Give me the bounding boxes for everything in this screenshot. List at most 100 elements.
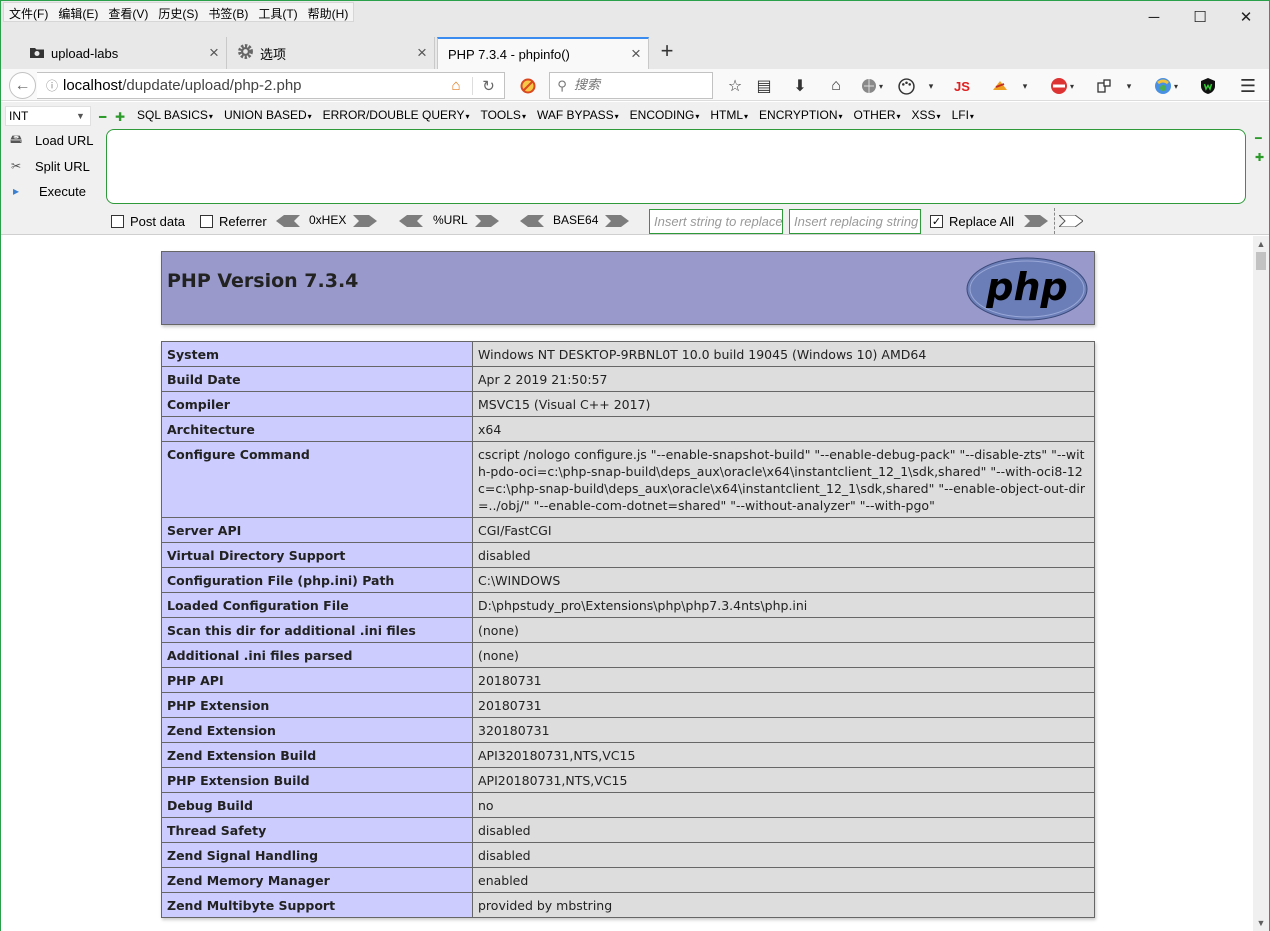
setting-value: cscript /nologo configure.js "--enable-s… <box>472 441 1095 518</box>
replacing-string-input[interactable]: Insert replacing string <box>789 209 921 234</box>
palette-icon[interactable] <box>895 75 917 97</box>
hackbar-url-textarea[interactable] <box>106 129 1246 204</box>
plus-icon[interactable]: ✚ <box>115 110 125 124</box>
plus-icon[interactable]: ✚ <box>1255 151 1264 164</box>
hackbar-menu-encoding[interactable]: ENCODING <box>630 108 700 122</box>
referrer-checkbox[interactable]: Referrer <box>200 214 267 229</box>
hackbar-menu-tools[interactable]: TOOLS <box>480 108 525 122</box>
reload-icon[interactable]: ↻ <box>472 76 504 95</box>
php-logo: php <box>966 257 1088 324</box>
hamburger-menu-icon[interactable]: ☰ <box>1237 75 1259 97</box>
setting-name: System <box>161 341 473 367</box>
globe-icon[interactable]: ▾ <box>857 75 887 97</box>
minus-icon[interactable]: ━ <box>1255 132 1262 145</box>
hex-decode-arrow-icon[interactable] <box>276 215 300 227</box>
setting-name: Architecture <box>161 416 473 442</box>
table-row: Compiler MSVC15 (Visual C++ 2017) <box>161 391 1095 417</box>
setting-value: enabled <box>472 867 1095 893</box>
base64-decode-arrow-icon[interactable] <box>520 215 544 227</box>
replace-arrow-icon[interactable] <box>1024 215 1048 227</box>
chevron-down-icon[interactable]: ▾ <box>1121 75 1137 97</box>
injection-type-select[interactable]: INT ▼ <box>5 106 91 126</box>
setting-value: MSVC15 (Visual C++ 2017) <box>472 391 1095 417</box>
home-icon[interactable]: ⌂ <box>440 77 472 94</box>
shield-icon[interactable] <box>1197 75 1219 97</box>
close-tab-icon[interactable]: × <box>202 43 226 63</box>
js-toggle-icon[interactable]: JS <box>950 75 974 97</box>
screenshot-icon[interactable] <box>1093 75 1115 97</box>
setting-value: no <box>472 792 1095 818</box>
maximize-button[interactable]: ☐ <box>1177 1 1223 33</box>
menu-view[interactable]: 查看(V) <box>103 3 153 21</box>
vertical-scrollbar[interactable]: ▲ ▼ <box>1253 236 1269 931</box>
post-data-checkbox[interactable]: Post data <box>111 214 185 229</box>
hackbar-menu-error-double-query[interactable]: ERROR/DOUBLE QUERY <box>323 108 470 122</box>
search-bar[interactable]: ⚲ <box>549 72 713 99</box>
info-icon[interactable]: ⓘ <box>41 77 63 94</box>
block-icon[interactable] <box>517 75 539 97</box>
home-button-icon[interactable]: ⌂ <box>825 75 847 97</box>
chevron-down-icon[interactable]: ▾ <box>923 75 939 97</box>
tab-options[interactable]: 选项 × <box>227 37 435 69</box>
back-button[interactable]: ← <box>9 72 36 99</box>
hackbar-menu-sql-basics[interactable]: SQL BASICS <box>137 108 213 122</box>
url-decode-arrow-icon[interactable] <box>399 215 423 227</box>
extension-icon[interactable] <box>989 75 1011 97</box>
scrollbar-thumb[interactable] <box>1256 252 1266 270</box>
scroll-down-icon[interactable]: ▼ <box>1253 915 1269 931</box>
tab-phpinfo[interactable]: PHP 7.3.4 - phpinfo() × <box>437 37 649 69</box>
search-input[interactable] <box>574 78 704 93</box>
hackbar-menu-xss[interactable]: XSS <box>912 108 941 122</box>
hackbar-menu-lfi[interactable]: LFI <box>952 108 974 122</box>
play-icon: ▸ <box>12 184 20 198</box>
table-row: System Windows NT DESKTOP-9RBNL0T 10.0 bu… <box>161 341 1095 367</box>
split-url-button[interactable]: ✂ Split URL <box>5 155 105 177</box>
chevron-down-icon[interactable]: ▾ <box>1017 75 1033 97</box>
close-tab-icon[interactable]: × <box>410 43 434 63</box>
menu-history[interactable]: 历史(S) <box>153 3 203 21</box>
execute-button[interactable]: ▸ Execute <box>5 180 105 202</box>
replace-all-checkbox[interactable]: ✓ Replace All <box>930 214 1014 229</box>
setting-name: Debug Build <box>161 792 473 818</box>
hackbar-menu-html[interactable]: HTML <box>710 108 748 122</box>
hackbar-menu-union-based[interactable]: UNION BASED <box>224 108 312 122</box>
replace-all-arrow-icon[interactable] <box>1059 215 1083 227</box>
download-icon[interactable]: ⬇ <box>789 75 811 97</box>
tab-upload-labs[interactable]: upload-labs × <box>19 37 227 69</box>
hex-encode-arrow-icon[interactable] <box>353 215 377 227</box>
setting-name: Zend Signal Handling <box>161 842 473 868</box>
scroll-up-icon[interactable]: ▲ <box>1253 236 1269 252</box>
library-icon[interactable]: ▤ <box>753 75 775 97</box>
search-icon: ⚲ <box>557 77 567 93</box>
menu-file[interactable]: 文件(F) <box>4 3 53 21</box>
load-url-button[interactable]: 🖴 Load URL <box>5 129 105 151</box>
base64-label: BASE64 <box>553 213 599 227</box>
close-window-button[interactable]: ✕ <box>1223 1 1269 33</box>
menu-edit[interactable]: 编辑(E) <box>53 3 103 21</box>
minimize-button[interactable]: ─ <box>1131 1 1177 33</box>
minus-icon[interactable]: ━ <box>99 110 106 124</box>
table-row: Zend Signal Handling disabled <box>161 842 1095 868</box>
table-row: Zend Extension Build API320180731,NTS,VC1… <box>161 742 1095 768</box>
record-icon[interactable]: ▾ <box>1045 75 1079 97</box>
close-tab-icon[interactable]: × <box>624 44 648 64</box>
url-text[interactable]: localhost/dupdate/upload/php-2.php <box>63 77 440 94</box>
table-row: Server API CGI/FastCGI <box>161 517 1095 543</box>
setting-value: C:\WINDOWS <box>472 567 1095 593</box>
replace-string-input[interactable]: Insert string to replace <box>649 209 783 234</box>
url-bar[interactable]: ⓘ localhost/dupdate/upload/php-2.php ⌂ ↻ <box>37 72 505 99</box>
url-encode-arrow-icon[interactable] <box>475 215 499 227</box>
translate-icon[interactable]: ▾ <box>1149 75 1183 97</box>
menu-tools[interactable]: 工具(T) <box>253 3 302 21</box>
new-tab-button[interactable]: + <box>653 37 681 65</box>
menu-help[interactable]: 帮助(H) <box>303 3 354 21</box>
hackbar-menu-other[interactable]: OTHER <box>854 108 901 122</box>
menu-bookmarks[interactable]: 书签(B) <box>203 3 253 21</box>
url-encoding-label: %URL <box>433 213 468 227</box>
star-icon[interactable]: ☆ <box>724 75 746 97</box>
hackbar-menu-waf-bypass[interactable]: WAF BYPASS <box>537 108 619 122</box>
hackbar-menu-encryption[interactable]: ENCRYPTION <box>759 108 842 122</box>
setting-name: Configuration File (php.ini) Path <box>161 567 473 593</box>
setting-name: Zend Extension <box>161 717 473 743</box>
base64-encode-arrow-icon[interactable] <box>605 215 629 227</box>
